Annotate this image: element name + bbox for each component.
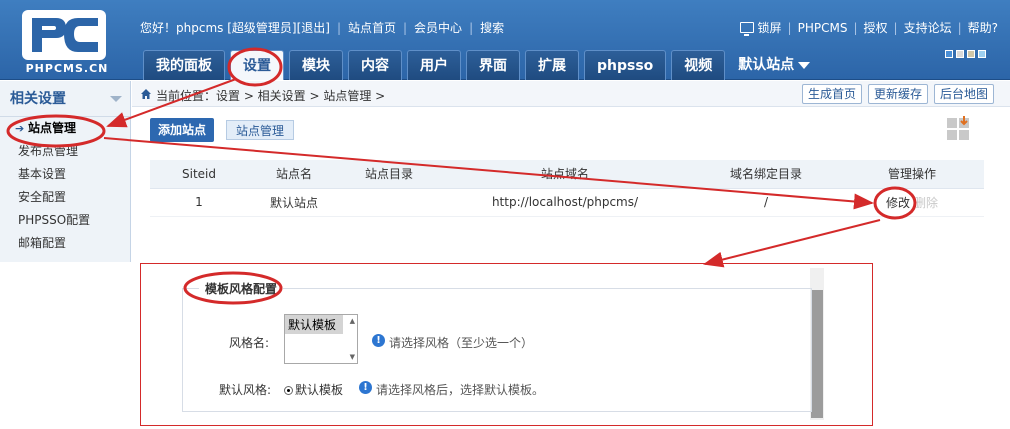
skin-khaki-swatch[interactable]	[967, 50, 975, 58]
logo-text: PHPCMS.CN	[25, 62, 109, 75]
scrollbar-thumb[interactable]	[811, 290, 823, 418]
manage-site-button[interactable]: 站点管理	[226, 120, 295, 140]
right-links: 锁屏 | PHPCMS | 授权 | 支持论坛 | 帮助?	[739, 19, 998, 36]
top-links: 您好！phpcms [超级管理员] [退出] | 站点首页 | 会员中心 | 搜…	[140, 19, 504, 36]
style-option[interactable]: 默认模板	[285, 315, 343, 334]
chevron-down-icon	[798, 61, 811, 69]
column-header-site-dir: 站点目录	[340, 160, 438, 189]
template-style-panel: 模板风格配置 风格名: 默认模板 ▲ ▼ ! 请选择风格（至少选一个） 默认风格…	[140, 263, 873, 426]
tab-interface[interactable]: 界面	[466, 50, 520, 80]
table-header-row: Siteid 站点名 站点目录 站点域名 域名绑定目录 管理操作	[150, 160, 984, 189]
sidebar-item-phpsso[interactable]: PHPSSO配置	[0, 209, 130, 232]
screenshot-stage: PHPCMS.CN 您好！phpcms [超级管理员] [退出] | 站点首页 …	[0, 0, 1010, 429]
sidebar-title-label: 相关设置	[10, 91, 66, 107]
arrow-to-template-panel	[703, 219, 881, 268]
column-header-operations: 管理操作	[840, 160, 984, 189]
divider: |	[403, 20, 408, 35]
default-style-hint: 请选择风格后，选择默认模板。	[376, 383, 545, 397]
layout-toggle-icon[interactable]	[946, 115, 972, 141]
divider: |	[853, 20, 858, 35]
sidebar-title[interactable]: 相关设置	[0, 81, 130, 117]
help-link[interactable]: 帮助?	[968, 19, 998, 36]
divider: |	[469, 20, 474, 35]
cell-operations: 修改 删除	[840, 188, 984, 217]
tab-content[interactable]: 内容	[348, 50, 402, 80]
site-home-link[interactable]: 站点首页	[348, 19, 396, 36]
skin-gray-swatch[interactable]	[956, 50, 964, 58]
skin-lightblue-swatch[interactable]	[978, 50, 986, 58]
sidebar-item-release-points[interactable]: 发布点管理	[0, 140, 130, 163]
breadcrumb-bar: 当前位置：设置 > 相关设置 > 站点管理 > 生成首页 更新缓存 后台地图	[132, 81, 1010, 107]
edit-link[interactable]: 修改	[886, 196, 910, 210]
breadcrumb: 当前位置：设置 > 相关设置 > 站点管理 >	[156, 89, 386, 103]
default-style-option: 默认模板	[295, 383, 344, 397]
tab-my-panel[interactable]: 我的面板	[143, 50, 225, 80]
default-style-radio[interactable]: 默认模板	[284, 381, 343, 398]
column-header-siteid: Siteid	[150, 160, 248, 189]
tab-users[interactable]: 用户	[407, 50, 461, 80]
action-row: 添加站点 站点管理	[150, 118, 295, 142]
member-center-link[interactable]: 会员中心	[414, 19, 462, 36]
style-hint: 请选择风格（至少选一个）	[389, 336, 534, 350]
greeting-text: 您好！phpcms [超级管理员]	[140, 21, 297, 35]
top-header: PHPCMS.CN 您好！phpcms [超级管理员] [退出] | 站点首页 …	[0, 0, 1010, 80]
logo-icon	[22, 10, 106, 60]
divider: |	[336, 20, 341, 35]
column-header-site-name: 站点名	[248, 160, 340, 189]
site-table: Siteid 站点名 站点目录 站点域名 域名绑定目录 管理操作 1 默认站点 …	[150, 160, 984, 217]
monitor-icon	[739, 22, 754, 36]
tab-phpsso[interactable]: phpsso	[584, 50, 667, 80]
scroll-up-icon[interactable]: ▲	[350, 317, 355, 325]
radio-selected-icon	[284, 386, 293, 395]
delete-link[interactable]: 删除	[914, 196, 938, 210]
sidebar: 相关设置 站点管理 发布点管理 基本设置 安全配置 PHPSSO配置 邮箱配置	[0, 81, 131, 262]
skin-switcher	[945, 50, 986, 58]
search-link[interactable]: 搜索	[480, 19, 504, 36]
scrollbar[interactable]	[810, 268, 824, 420]
cell-site-domain: http://localhost/phpcms/	[438, 188, 692, 217]
sidebar-item-site-management[interactable]: 站点管理	[0, 117, 130, 140]
phpcms-link[interactable]: PHPCMS	[798, 21, 848, 35]
column-header-bind-dir: 域名绑定目录	[692, 160, 840, 189]
phpcms-logo[interactable]: PHPCMS.CN	[0, 0, 130, 80]
fieldset-legend: 模板风格配置	[199, 280, 284, 297]
table-row: 1 默认站点 http://localhost/phpcms/ / 修改 删除	[150, 188, 984, 217]
info-icon: !	[359, 381, 372, 394]
default-style-label: 默认风格:	[219, 383, 272, 397]
site-selector-label: 默认站点	[738, 57, 795, 73]
tab-extensions[interactable]: 扩展	[525, 50, 579, 80]
license-link[interactable]: 授权	[864, 19, 888, 36]
divider: |	[787, 20, 792, 35]
site-selector[interactable]: 默认站点	[730, 50, 811, 80]
sidebar-item-security[interactable]: 安全配置	[0, 186, 130, 209]
tab-modules[interactable]: 模块	[289, 50, 343, 80]
home-icon	[141, 89, 151, 99]
main-nav: 我的面板 设置 模块 内容 用户 界面 扩展 phpsso 视频 默认站点	[143, 50, 811, 80]
cell-siteid: 1	[150, 188, 248, 217]
divider: |	[957, 20, 962, 35]
cell-site-dir	[340, 188, 438, 217]
cell-site-name: 默认站点	[248, 188, 340, 217]
tab-settings[interactable]: 设置	[230, 50, 284, 80]
forum-link[interactable]: 支持论坛	[904, 19, 952, 36]
cell-bind-dir: /	[692, 188, 840, 217]
logout-link[interactable]: [退出]	[297, 19, 330, 36]
sidebar-item-email[interactable]: 邮箱配置	[0, 232, 130, 255]
style-name-label: 风格名:	[229, 336, 270, 350]
breadcrumb-actions: 生成首页 更新缓存 后台地图	[801, 84, 994, 104]
update-cache-button[interactable]: 更新缓存	[867, 84, 928, 104]
tab-video[interactable]: 视频	[671, 50, 726, 80]
generate-homepage-button[interactable]: 生成首页	[801, 84, 862, 104]
style-listbox[interactable]: 默认模板 ▲ ▼	[284, 314, 358, 364]
add-site-button[interactable]: 添加站点	[150, 118, 215, 142]
collapse-icon	[110, 96, 122, 102]
scroll-down-icon[interactable]: ▼	[350, 353, 355, 361]
lock-screen-link[interactable]: 锁屏	[758, 19, 782, 36]
sidebar-item-basic-settings[interactable]: 基本设置	[0, 163, 130, 186]
skin-blue-swatch[interactable]	[945, 50, 953, 58]
info-icon: !	[372, 334, 385, 347]
divider: |	[893, 20, 898, 35]
site-map-button[interactable]: 后台地图	[933, 84, 994, 104]
column-header-site-domain: 站点域名	[438, 160, 692, 189]
